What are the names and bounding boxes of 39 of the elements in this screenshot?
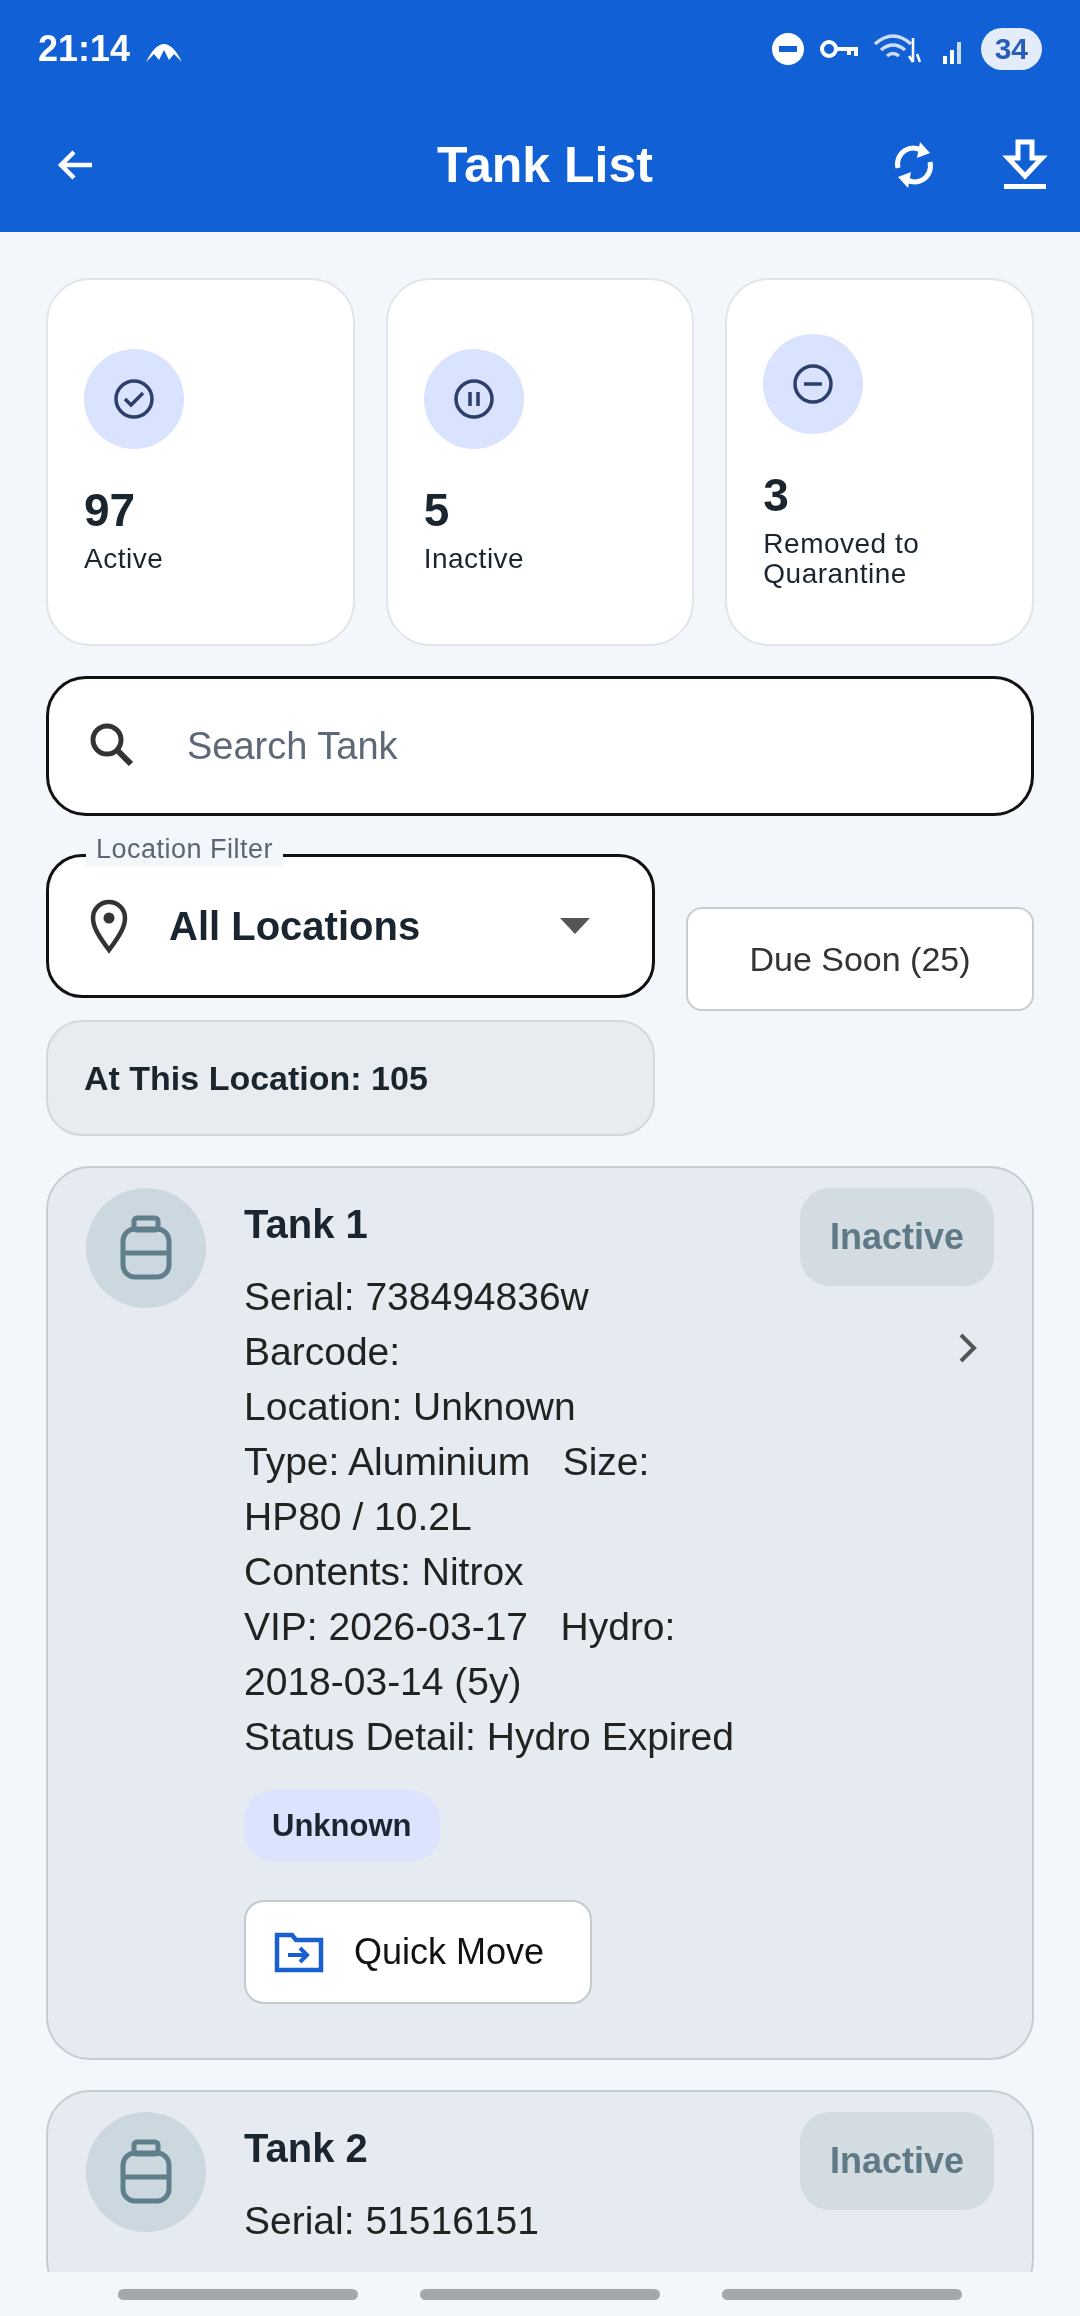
stat-card[interactable]: 97 Active: [46, 278, 355, 646]
stat-label: Inactive: [423, 543, 525, 575]
battery-level: 34: [980, 28, 1042, 70]
stat-card[interactable]: 5 Inactive: [385, 278, 695, 646]
status-time: 21:14: [38, 28, 131, 70]
dropdown-caret-icon: [558, 916, 592, 936]
status-badge: Inactive: [799, 1188, 994, 1286]
stat-label: Removed to Quarantine: [763, 528, 921, 591]
tank-detail: Status Detail: Hydro Expired: [244, 1714, 735, 1760]
chevron-right-icon: [958, 1332, 978, 1364]
search-input[interactable]: Search Tank: [185, 723, 995, 769]
location-pin-icon: [89, 898, 129, 954]
tank-name: Tank 2: [244, 2126, 368, 2171]
tank-card[interactable]: Tank 2 Serial: 51516151 Inactive: [46, 2090, 1034, 2272]
stat-count: 5: [423, 485, 450, 536]
tank-card[interactable]: Tank 1 Serial: 738494836w Barcode: Location: Unknown Type: Aluminium Size: HP80 / 10.2L Contents: Nitrox VIP: 2026-03-17 Hydro: 2018-03-14 (5y) Status Detail: Hydro Expired Unknown Quick Move Inactive: [46, 1166, 1034, 2060]
location-tag: Unknown: [244, 1790, 440, 1862]
download-icon: [1002, 138, 1048, 192]
tank-detail: Barcode:: [244, 1329, 402, 1375]
stat-card[interactable]: 3 Removed to Quarantine: [725, 278, 1034, 646]
tank-detail: Location: Unknown: [244, 1384, 577, 1430]
stat-label: Active: [84, 543, 164, 575]
due-soon-button[interactable]: Due Soon (25): [686, 907, 1034, 1011]
stat-count: 97: [84, 485, 136, 536]
search-bar[interactable]: Search Tank: [46, 676, 1034, 816]
status-badge: Inactive: [799, 2112, 994, 2210]
tank-name: Tank 1: [244, 1202, 368, 1247]
quick-move-button[interactable]: Quick Move: [244, 1900, 593, 2004]
tank-detail: Contents: Nitrox: [244, 1549, 525, 1595]
tank-detail: Serial: 738494836w: [244, 1274, 590, 1320]
key-icon: [818, 37, 859, 61]
tank-detail: VIP: 2026-03-17 Hydro: 2018-03-14 (5y): [244, 1604, 677, 1705]
tank-detail: Type: Aluminium Size: HP80 / 10.2L: [244, 1439, 651, 1540]
stat-count: 3: [763, 469, 789, 521]
location-count: At This Location: 105: [46, 1020, 655, 1136]
page-title: Tank List: [436, 136, 654, 194]
tank-detail: Serial: 51516151: [244, 2198, 539, 2244]
folder-move-icon: [274, 1931, 324, 1973]
do-not-disturb-icon: [770, 32, 805, 66]
